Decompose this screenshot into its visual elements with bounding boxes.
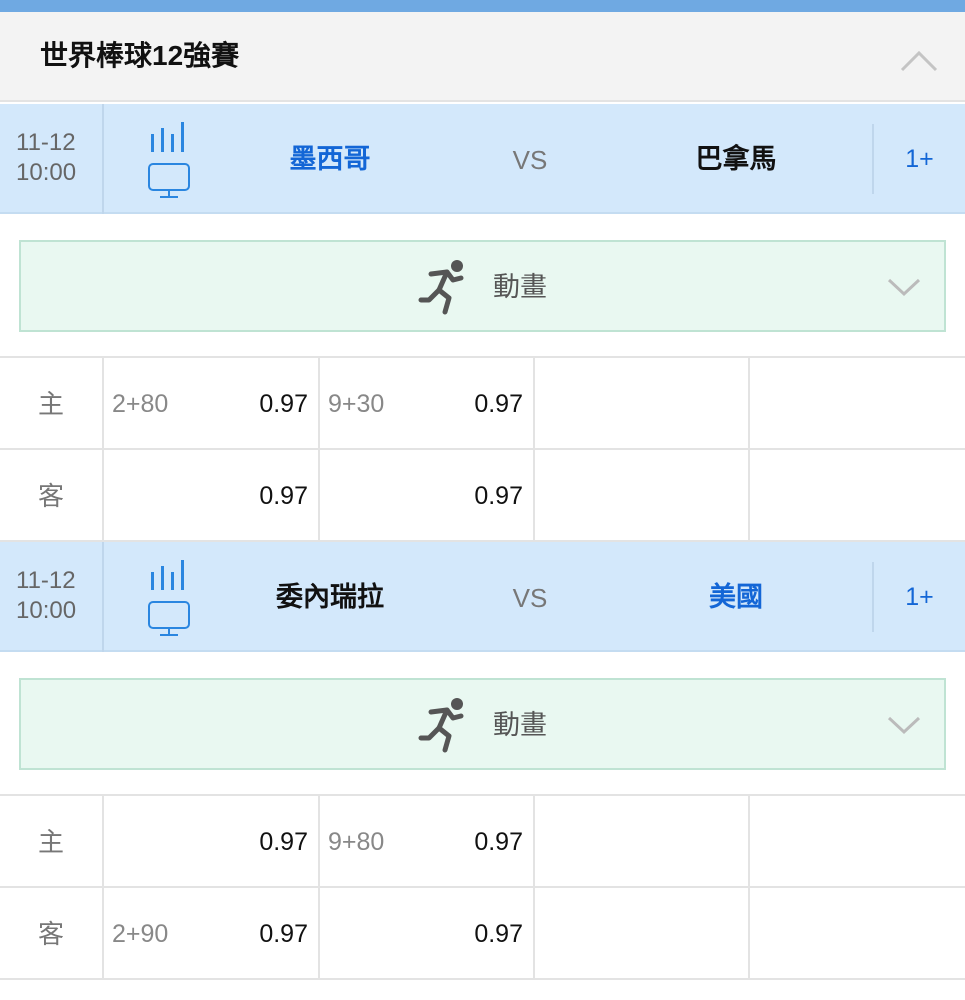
league-title: 世界棒球12強賽 — [40, 40, 240, 71]
handicap-value: 9+30 — [328, 390, 385, 418]
match-row[interactable]: 11-12 10:00 墨西哥 VS 巴拿馬 1+ — [0, 104, 965, 214]
odds-cell[interactable]: 0.97 — [320, 450, 535, 542]
home-team[interactable]: 委內瑞拉 — [230, 580, 430, 614]
home-team[interactable]: 墨西哥 — [230, 142, 430, 176]
odds-cell-empty — [750, 796, 965, 888]
odds-cell[interactable]: 0.97 — [104, 450, 320, 542]
odds-cell-empty — [750, 450, 965, 542]
odds-cell[interactable]: 2+80 0.97 — [104, 358, 320, 450]
odds-cell[interactable]: 2+90 0.97 — [104, 888, 320, 980]
match-datetime: 11-12 10:00 — [0, 104, 104, 214]
chevron-down-icon[interactable] — [885, 710, 923, 740]
odds-value: 0.97 — [474, 482, 523, 510]
match-icons — [146, 558, 194, 640]
odds-cell-empty — [535, 450, 750, 542]
match-time: 10:00 — [16, 597, 77, 624]
odds-cell-empty — [535, 796, 750, 888]
odds-cell-empty — [750, 888, 965, 980]
odds-cell[interactable]: 0.97 — [320, 888, 535, 980]
odds-row: 主 2+80 0.97 9+30 0.97 — [0, 358, 965, 450]
match-date: 11-12 — [16, 567, 76, 594]
handicap-value: 9+80 — [328, 828, 385, 856]
running-man-icon — [418, 260, 464, 315]
odds-value: 0.97 — [259, 482, 308, 510]
odds-value: 0.97 — [259, 390, 308, 418]
tv-icon[interactable] — [148, 163, 190, 198]
chevron-down-icon[interactable] — [885, 272, 923, 302]
more-markets-button[interactable]: 1+ — [874, 142, 965, 176]
odds-table: 主 0.97 9+80 0.97 客 2+90 0.97 0.97 — [0, 796, 965, 980]
tv-icon[interactable] — [148, 601, 190, 636]
odds-value: 0.97 — [259, 920, 308, 948]
odds-value: 0.97 — [474, 828, 523, 856]
league-header[interactable]: 世界棒球12強賽 — [0, 12, 965, 102]
match-icons — [146, 120, 194, 202]
away-team[interactable]: 美國 — [636, 580, 836, 614]
running-man-icon — [418, 698, 464, 753]
odds-row: 客 2+90 0.97 0.97 — [0, 888, 965, 980]
odds-cell[interactable]: 9+80 0.97 — [320, 796, 535, 888]
odds-row: 主 0.97 9+80 0.97 — [0, 796, 965, 888]
match-time: 10:00 — [16, 159, 77, 186]
odds-cell[interactable]: 0.97 — [104, 796, 320, 888]
vs-label: VS — [512, 145, 548, 175]
top-accent-bar — [0, 0, 965, 12]
odds-table: 主 2+80 0.97 9+30 0.97 客 0.97 0.97 — [0, 358, 965, 542]
animation-section: 動畫 — [0, 214, 965, 358]
side-label: 客 — [0, 450, 104, 542]
match-row[interactable]: 11-12 10:00 委內瑞拉 VS 美國 1+ — [0, 542, 965, 652]
animation-label: 動畫 — [493, 272, 547, 302]
vs-label: VS — [512, 583, 548, 613]
side-label: 客 — [0, 888, 104, 980]
more-markets-button[interactable]: 1+ — [874, 580, 965, 614]
animation-toggle[interactable]: 動畫 — [19, 240, 946, 332]
odds-cell-empty — [535, 888, 750, 980]
chevron-up-icon[interactable] — [896, 42, 942, 78]
odds-cell-empty — [750, 358, 965, 450]
animation-section: 動畫 — [0, 652, 965, 796]
odds-cell-empty — [535, 358, 750, 450]
match-date: 11-12 — [16, 129, 76, 156]
side-label: 主 — [0, 796, 104, 888]
odds-value: 0.97 — [474, 920, 523, 948]
stats-bars-icon[interactable] — [151, 122, 184, 152]
animation-label: 動畫 — [493, 710, 547, 740]
away-team[interactable]: 巴拿馬 — [636, 142, 836, 176]
odds-cell[interactable]: 9+30 0.97 — [320, 358, 535, 450]
match-datetime: 11-12 10:00 — [0, 542, 104, 652]
animation-toggle[interactable]: 動畫 — [19, 678, 946, 770]
odds-value: 0.97 — [259, 828, 308, 856]
odds-value: 0.97 — [474, 390, 523, 418]
stats-bars-icon[interactable] — [151, 560, 184, 590]
odds-row: 客 0.97 0.97 — [0, 450, 965, 542]
handicap-value: 2+80 — [112, 390, 169, 418]
handicap-value: 2+90 — [112, 920, 169, 948]
side-label: 主 — [0, 358, 104, 450]
